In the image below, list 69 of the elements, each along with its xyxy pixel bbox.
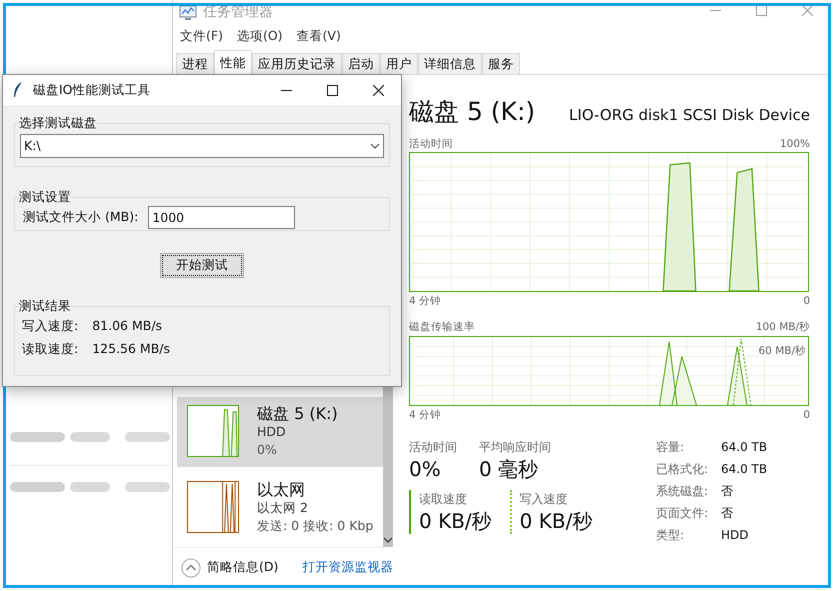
stat-value: 0%: [409, 456, 442, 482]
device-type: 以太网 2: [257, 499, 309, 517]
graph-mid-label: 60 MB/秒: [758, 344, 806, 360]
field-label: 测试文件大小 (MB):: [23, 208, 138, 226]
stat-value: 0 毫秒: [479, 456, 540, 482]
group-title: 选择测试磁盘: [19, 114, 97, 132]
start-test-button[interactable]: 开始测试: [160, 253, 244, 278]
device-name: 以太网: [257, 481, 306, 499]
tab[interactable]: 详细信息: [418, 53, 482, 74]
result-value: 81.06 MB/s: [92, 317, 162, 335]
chevron-down-icon: [370, 143, 380, 149]
group-title: 测试设置: [19, 188, 71, 206]
property-value: 否: [721, 482, 734, 500]
sidebar-item[interactable]: 磁盘 5 (K:) HDD 0%: [177, 397, 384, 467]
close-icon: [802, 4, 812, 16]
chevron-up-icon: [181, 558, 201, 578]
graph-min-label: 0: [803, 408, 810, 423]
property-value: 64.0 TB: [721, 460, 768, 478]
result-value: 125.56 MB/s: [92, 340, 170, 358]
stat-label: 写入速度: [520, 490, 569, 508]
stat-value: 0 KB/秒: [520, 508, 592, 534]
time-span-label: 4 分钟: [409, 408, 442, 423]
tab[interactable]: 启动: [342, 53, 380, 74]
tab[interactable]: 性能: [214, 50, 252, 74]
graph-label: 活动时间: [409, 136, 453, 152]
menu-item[interactable]: 选项(O): [236, 26, 283, 46]
device-type: HDD: [257, 423, 287, 441]
menu-item[interactable]: 查看(V): [296, 26, 341, 46]
file-size-field[interactable]: 1000: [148, 206, 296, 229]
disk-model: LIO-ORG disk1 SCSI Disk Device: [569, 105, 810, 126]
property-label: 系统磁盘:: [656, 482, 710, 500]
disk-dropdown[interactable]: K:\: [20, 134, 384, 158]
graph-min-label: 0: [803, 294, 810, 310]
time-span-label: 4 分钟: [409, 294, 442, 310]
sidebar-item[interactable]: 以太网 以太网 2 发送: 0 接收: 0 Kbp: [177, 473, 384, 543]
property-label: 类型:: [656, 526, 686, 544]
result-label: 读取速度:: [22, 340, 78, 358]
tab[interactable]: 用户: [380, 53, 418, 74]
property-value: 否: [721, 504, 734, 522]
property-label: 已格式化:: [656, 460, 710, 478]
graph-label: 磁盘传输速率: [409, 320, 475, 335]
device-usage: 0%: [257, 441, 278, 459]
tab[interactable]: 应用历史记录: [252, 53, 342, 74]
stat-value: 0 KB/秒: [419, 508, 492, 534]
result-label: 写入速度:: [22, 317, 78, 335]
monitor-icon: [179, 4, 197, 20]
device-usage: 发送: 0 接收: 0 Kbp: [257, 517, 374, 535]
property-value: HDD: [721, 526, 750, 544]
property-value: 64.0 TB: [721, 438, 768, 456]
stat-label: 平均响应时间: [479, 438, 551, 456]
graph-max-label: 100%: [780, 136, 810, 152]
stat-label: 活动时间: [409, 438, 457, 456]
maximize-icon: [756, 4, 766, 16]
device-name: 磁盘 5 (K:): [257, 405, 338, 423]
menu-item[interactable]: 文件(F): [180, 26, 223, 46]
tab[interactable]: 服务: [482, 53, 520, 74]
stat-label: 读取速度: [419, 490, 468, 508]
close-icon: [372, 84, 384, 96]
graph-max-label: 100 MB/秒: [756, 320, 810, 335]
summary-button[interactable]: 简略信息(D): [181, 558, 278, 578]
property-label: 页面文件:: [656, 504, 710, 522]
disk-title: 磁盘 5 (K:): [409, 96, 536, 128]
resource-monitor-link[interactable]: 打开资源监视器: [302, 558, 394, 577]
window-title: 磁盘IO性能测试工具: [33, 80, 151, 99]
tab[interactable]: 进程: [176, 53, 214, 74]
maximize-icon: [326, 84, 338, 96]
property-label: 容量:: [656, 438, 686, 456]
group-title: 测试结果: [19, 297, 71, 315]
feather-icon: [13, 82, 23, 98]
